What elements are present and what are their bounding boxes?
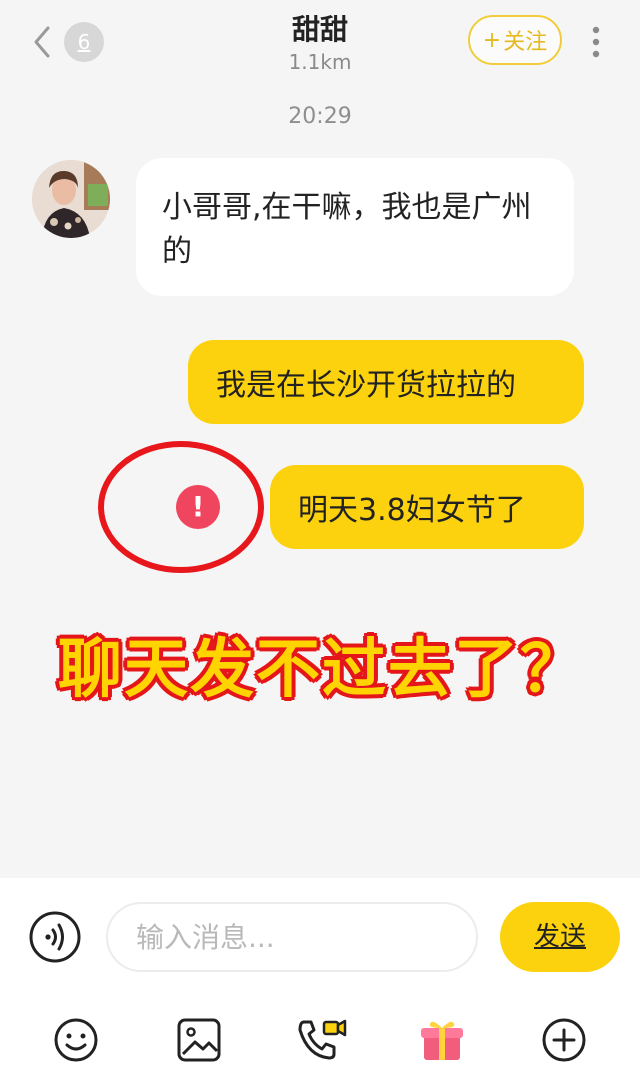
more-vertical-icon [592,26,600,58]
avatar-image [32,160,110,238]
outgoing-message-bubble[interactable]: 明天3.8妇女节了 [270,465,584,549]
contact-avatar[interactable] [32,160,110,238]
message-text: 明天3.8妇女节了 [298,493,526,528]
overlay-caption: 聊天发不过去了？ [58,633,586,707]
video-call-button[interactable] [296,1016,347,1064]
video-call-icon [298,1019,347,1060]
send-failed-icon[interactable]: ! [176,485,220,529]
image-button[interactable] [175,1016,223,1064]
gift-button[interactable] [418,1016,466,1064]
message-input[interactable] [106,902,478,972]
message-text: 我是在长沙开货拉拉的 [216,368,516,403]
voice-icon [29,911,81,963]
image-icon [177,1018,221,1062]
send-button[interactable]: 发送 [500,902,620,972]
plus-icon: + [482,27,502,53]
follow-label: 关注 [503,30,548,55]
gift-icon [421,1021,463,1060]
add-icon [542,1018,586,1062]
more-options-button[interactable] [584,22,608,62]
emoji-button[interactable] [52,1016,100,1064]
outgoing-message-bubble[interactable]: 我是在长沙开货拉拉的 [188,340,584,424]
follow-button[interactable]: + 关注 [468,15,562,65]
incoming-message-bubble[interactable]: 小哥哥,在干嘛，我也是广州的 [136,158,574,296]
emoji-icon [54,1018,98,1062]
message-timestamp: 20:29 [288,104,352,129]
voice-button[interactable] [28,910,82,964]
chat-header: 6 甜甜 1.1km + 关注 [0,0,640,90]
more-features-button[interactable] [540,1016,588,1064]
